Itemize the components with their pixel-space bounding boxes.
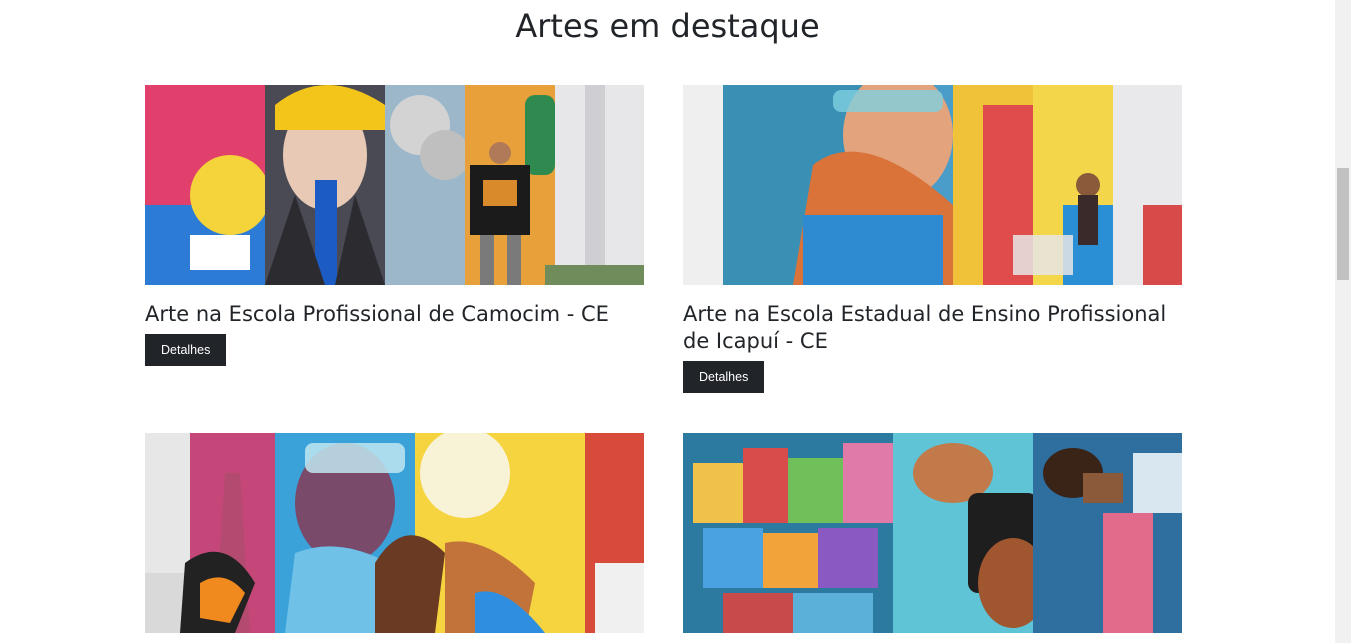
card-title: Arte na Escola Estadual de Ensino Profis… — [683, 302, 1167, 353]
card-image-mural[interactable] — [145, 433, 644, 633]
page: Artes em destaque Arte na Escola Profiss… — [0, 0, 1351, 643]
card-image-camocim-mural[interactable] — [145, 85, 644, 285]
card-title: Arte na Escola Profissional de Camocim -… — [145, 302, 609, 326]
details-button[interactable]: Detalhes — [145, 334, 227, 366]
section-title: Artes em destaque — [515, 7, 820, 45]
details-button[interactable]: Detalhes — [683, 361, 765, 393]
card-image-mural[interactable] — [683, 433, 1182, 633]
scrollbar-thumb[interactable] — [1337, 168, 1349, 280]
art-card — [683, 433, 1182, 643]
art-card: Arte na Escola Profissional de Camocim -… — [145, 85, 644, 366]
card-image-icapui-mural[interactable] — [683, 85, 1182, 285]
vertical-scrollbar[interactable] — [1335, 0, 1351, 643]
art-card: Arte na Escola Estadual de Ensino Profis… — [683, 85, 1182, 393]
art-card — [145, 433, 644, 643]
